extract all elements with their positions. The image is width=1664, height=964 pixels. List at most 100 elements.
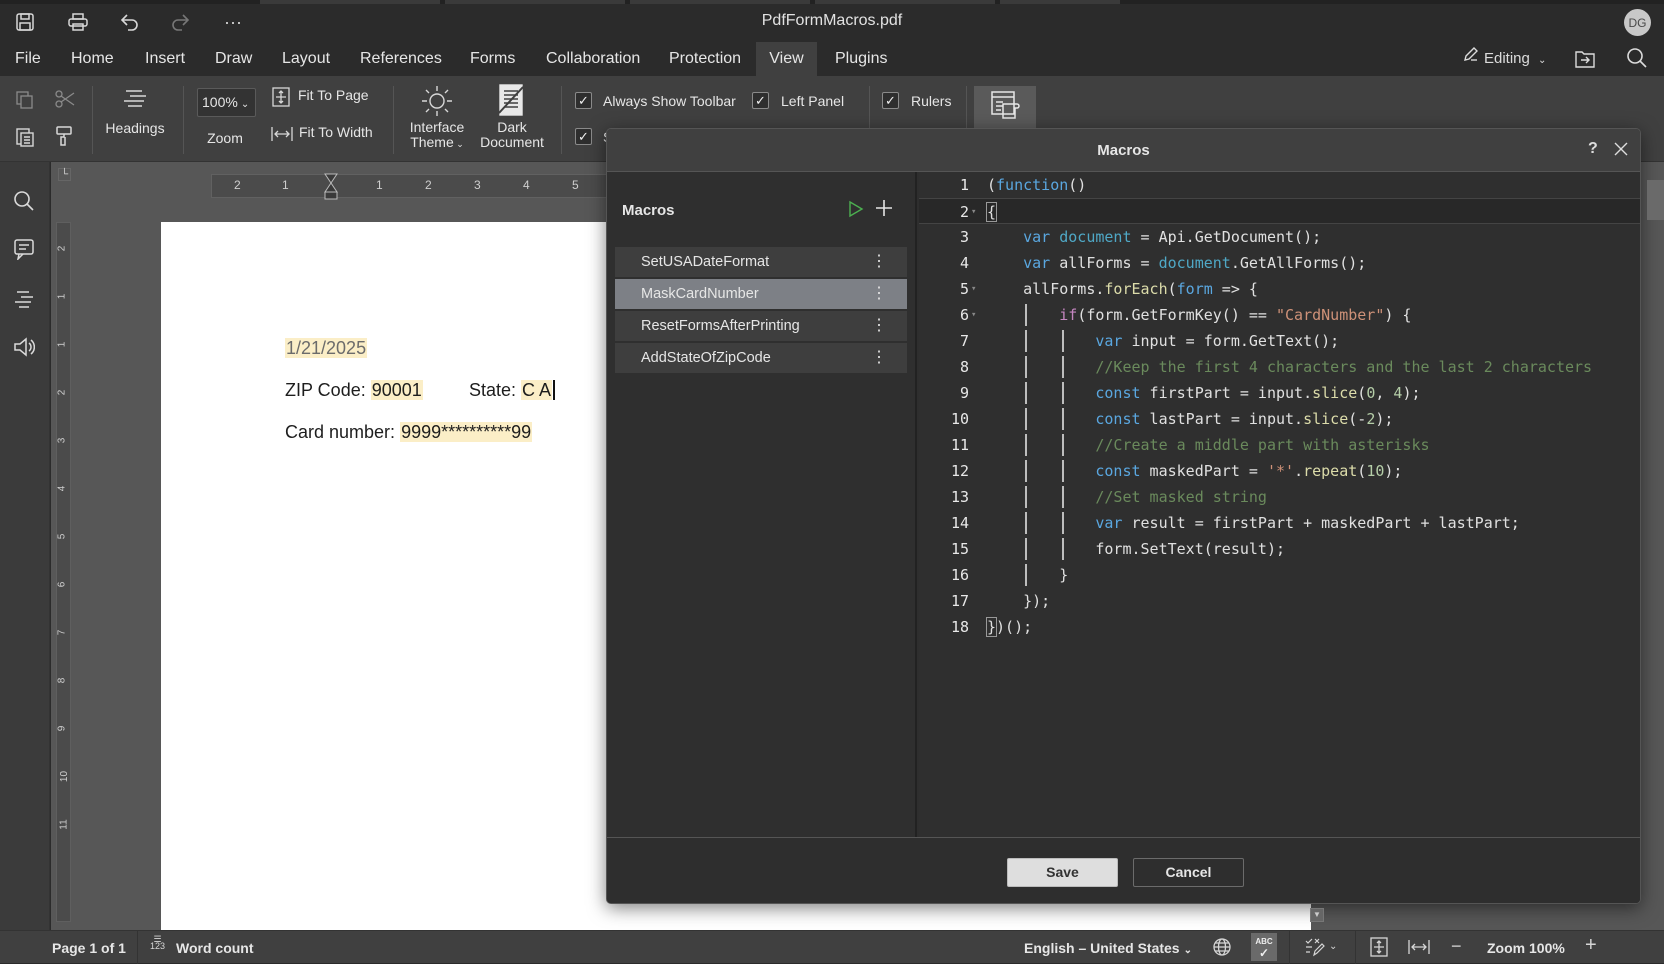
ruler-tick: 3 xyxy=(56,437,68,444)
always-show-toolbar-checkbox[interactable]: ✓ xyxy=(575,92,592,109)
left-panel-label[interactable]: Left Panel xyxy=(781,94,844,109)
rulers-checkbox[interactable]: ✓ xyxy=(882,92,899,109)
date-form-field[interactable]: 1/21/2025 xyxy=(285,338,368,359)
fit-to-width-button[interactable]: Fit To Width xyxy=(299,125,373,140)
undo-icon[interactable] xyxy=(118,10,142,34)
vertical-scrollbar-thumb[interactable] xyxy=(1647,180,1664,220)
always-show-toolbar-label[interactable]: Always Show Toolbar xyxy=(603,94,736,109)
navigation-icon[interactable] xyxy=(13,288,37,312)
state-label: State: xyxy=(469,380,517,400)
code-line: 12 const maskedPart = '*'.repeat(10); xyxy=(950,460,1403,482)
fit-to-page-icon[interactable] xyxy=(272,87,290,112)
close-icon[interactable] xyxy=(1613,141,1629,162)
page-indicator[interactable]: Page 1 of 1 xyxy=(52,940,126,956)
dialog-footer: Save Cancel xyxy=(607,837,1640,903)
fit-to-page-button[interactable]: Fit To Page xyxy=(298,88,369,103)
editing-mode-dropdown[interactable]: Editing ⌄ xyxy=(1462,42,1546,76)
code-line: 8 //Keep the first 4 characters and the … xyxy=(959,356,1593,378)
zoom-level: Zoom 100% xyxy=(1487,940,1565,956)
status-bar-checkbox[interactable]: ✓ xyxy=(575,128,592,145)
help-icon[interactable]: ? xyxy=(1588,140,1598,158)
fit-to-width-icon[interactable] xyxy=(270,126,294,147)
copy-icon[interactable] xyxy=(15,90,35,115)
code-line: 6 ▾ if(form.GetFormKey() == "CardNumber")… xyxy=(959,304,1412,326)
kebab-menu-icon[interactable]: ⋮ xyxy=(871,343,887,373)
code-line: 11 //Create a middle part with asterisks xyxy=(950,434,1430,456)
state-form-field[interactable]: C A xyxy=(521,380,553,400)
code-editor[interactable]: 1 (function() 2 ▾{ 3 var document = Api.Ge… xyxy=(919,172,1640,837)
spell-check-icon[interactable]: ABC ✓ xyxy=(1251,933,1277,961)
dialog-header[interactable]: Macros ? xyxy=(607,129,1640,172)
format-painter-icon[interactable] xyxy=(55,125,73,152)
menu-draw[interactable]: Draw xyxy=(215,42,252,76)
scissors-icon[interactable] xyxy=(54,89,76,114)
ruler-tick: 1 xyxy=(282,178,289,192)
menu-home[interactable]: Home xyxy=(71,42,114,76)
menu-view[interactable]: View xyxy=(756,42,817,76)
text-cursor xyxy=(553,380,556,400)
menu-file[interactable]: File xyxy=(15,42,41,76)
left-panel-checkbox[interactable]: ✓ xyxy=(752,92,769,109)
globe-icon[interactable] xyxy=(1212,937,1232,962)
menu-layout[interactable]: Layout xyxy=(282,42,330,76)
headings-label[interactable]: Headings xyxy=(100,121,170,136)
kebab-menu-icon[interactable]: ⋮ xyxy=(871,279,887,309)
language-dropdown[interactable]: English – United States ⌄ xyxy=(1024,940,1192,956)
sun-icon[interactable] xyxy=(420,84,454,123)
dark-document-icon[interactable] xyxy=(497,83,525,122)
menu-insert[interactable]: Insert xyxy=(145,42,185,76)
macros-ribbon-button[interactable] xyxy=(974,86,1036,130)
redo-icon[interactable] xyxy=(168,10,192,34)
user-avatar[interactable]: DG xyxy=(1624,9,1651,36)
scroll-down-icon[interactable]: ▼ xyxy=(1310,908,1324,922)
rulers-label[interactable]: Rulers xyxy=(911,94,951,109)
menu-collaboration[interactable]: Collaboration xyxy=(546,42,640,76)
comments-icon[interactable] xyxy=(13,238,37,262)
fit-to-width-icon[interactable] xyxy=(1407,939,1431,960)
open-file-location-icon[interactable] xyxy=(1574,48,1596,75)
zoom-select[interactable]: 100% ⌄ xyxy=(197,88,256,117)
cancel-button[interactable]: Cancel xyxy=(1133,858,1244,887)
more-icon[interactable]: ··· xyxy=(221,10,245,34)
interface-theme-button[interactable]: Interface Theme ⌄ xyxy=(402,120,472,152)
track-changes-icon[interactable] xyxy=(1304,937,1326,962)
macro-name: SetUSADateFormat xyxy=(641,254,770,270)
print-icon[interactable] xyxy=(66,10,90,34)
code-line: 5 ▾ allForms.forEach(form => { xyxy=(959,280,1258,298)
ruler-tick: 2 xyxy=(56,245,68,252)
menu-plugins[interactable]: Plugins xyxy=(835,42,887,76)
add-macro-icon[interactable] xyxy=(875,199,893,222)
zip-form-field[interactable]: 90001 xyxy=(370,380,423,400)
chevron-down-icon[interactable]: ⌄ xyxy=(1329,941,1337,952)
macro-item[interactable]: SetUSADateFormat ⋮ xyxy=(615,247,907,277)
macro-item[interactable]: AddStateOfZipCode ⋮ xyxy=(615,343,907,373)
pencil-icon xyxy=(1462,42,1480,76)
speaker-icon[interactable] xyxy=(13,336,37,360)
macro-name: ResetFormsAfterPrinting xyxy=(641,318,800,334)
kebab-menu-icon[interactable]: ⋮ xyxy=(871,247,887,277)
horizontal-ruler[interactable]: 2 1 1 2 3 4 5 6 xyxy=(211,173,671,200)
save-icon[interactable] xyxy=(13,10,37,34)
menu-forms[interactable]: Forms xyxy=(470,42,515,76)
indent-marker-icon[interactable] xyxy=(324,173,338,206)
search-icon[interactable] xyxy=(13,190,37,214)
vertical-ruler[interactable]: 2 1 1 2 3 4 5 6 7 8 9 10 11 xyxy=(56,222,71,922)
zip-row: ZIP Code: 90001 xyxy=(285,380,423,401)
menu-protection[interactable]: Protection xyxy=(669,42,741,76)
card-number-form-field[interactable]: 9999**********99 xyxy=(400,422,533,442)
paste-icon[interactable] xyxy=(15,126,35,153)
headings-icon[interactable] xyxy=(122,88,148,115)
save-button[interactable]: Save xyxy=(1007,858,1118,887)
macro-item[interactable]: ResetFormsAfterPrinting ⋮ xyxy=(615,311,907,341)
tab-stop-selector[interactable]: └ xyxy=(58,168,71,181)
zoom-out-icon[interactable]: − xyxy=(1451,936,1462,957)
run-macro-icon[interactable] xyxy=(848,200,864,223)
word-count-button[interactable]: Word count xyxy=(176,940,254,956)
zoom-in-icon[interactable]: + xyxy=(1585,934,1597,957)
menu-references[interactable]: References xyxy=(360,42,442,76)
fit-to-page-icon[interactable] xyxy=(1370,937,1388,962)
dark-document-button[interactable]: Dark Document xyxy=(476,120,548,150)
kebab-menu-icon[interactable]: ⋮ xyxy=(871,311,887,341)
macro-item-selected[interactable]: MaskCardNumber ⋮ xyxy=(615,279,907,309)
search-icon[interactable] xyxy=(1626,47,1648,74)
